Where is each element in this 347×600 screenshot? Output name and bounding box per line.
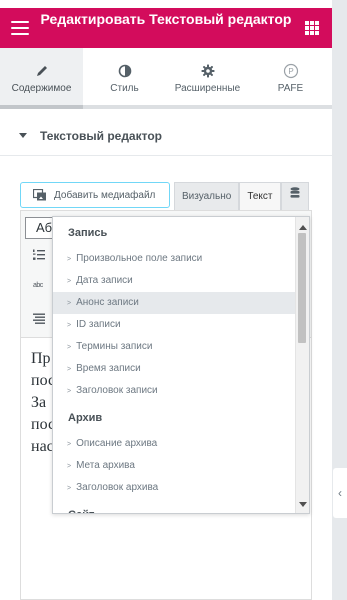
- section-title: Текстовый редактор: [40, 129, 162, 143]
- chevron-right-icon: >: [67, 278, 72, 285]
- tab-text[interactable]: Текст: [239, 182, 281, 210]
- collapse-panel-button[interactable]: ‹: [333, 468, 347, 518]
- panel-tabs: Содержимое Стиль Расширенные P PAFE: [0, 48, 332, 105]
- chevron-right-icon: >: [67, 388, 72, 395]
- dropdown-item[interactable]: > Заголовок архива: [53, 477, 295, 499]
- dropdown-item[interactable]: > Заголовок записи: [53, 380, 295, 402]
- media-icon: [33, 189, 47, 201]
- dropdown-item-label: Произвольное поле записи: [76, 253, 203, 264]
- dropdown-item[interactable]: > Произвольное поле записи: [53, 248, 295, 270]
- half-circle-icon: [83, 62, 166, 80]
- database-icon: [290, 183, 300, 211]
- gear-icon: [166, 62, 249, 80]
- dynamic-tags-button[interactable]: [280, 182, 309, 211]
- panel-title: Редактировать Текстовый редактор: [40, 11, 292, 27]
- tab-advanced-label: Расширенные: [174, 83, 241, 94]
- tabs-underline: [0, 105, 332, 109]
- chevron-right-icon: >: [67, 485, 72, 492]
- strikethrough-icon[interactable]: abc: [33, 282, 43, 289]
- chevron-right-icon: >: [67, 256, 72, 263]
- dropdown-item-label: Анонс записи: [76, 297, 139, 308]
- dropdown-item-label: Дата записи: [76, 275, 133, 286]
- chevron-right-icon: >: [67, 441, 72, 448]
- dropdown-item[interactable]: > Время записи: [53, 358, 295, 380]
- panel-header: Редактировать Текстовый редактор: [0, 8, 332, 48]
- add-media-label: Добавить медиафайл: [54, 189, 156, 201]
- dropdown-item[interactable]: > ID записи: [53, 314, 295, 336]
- editor-mode-tabs: Визуально Текст: [174, 182, 309, 210]
- dropdown-group-post: Запись: [68, 227, 108, 239]
- chevron-right-icon: >: [67, 322, 72, 329]
- scroll-down-icon[interactable]: [299, 502, 307, 507]
- dropdown-item-label: Описание архива: [76, 438, 158, 449]
- dropdown-item-highlighted[interactable]: > Анонс записи: [53, 292, 295, 314]
- dropdown-item[interactable]: > Дата записи: [53, 270, 295, 292]
- dropdown-item-label: Заголовок архива: [76, 482, 159, 493]
- dropdown-item-label: Заголовок записи: [76, 385, 158, 396]
- dropdown-scrollbar[interactable]: [295, 217, 309, 513]
- scrollbar-thumb[interactable]: [298, 233, 306, 343]
- widgets-grid-icon[interactable]: [305, 21, 319, 35]
- dropdown-item-label: ID записи: [76, 319, 121, 330]
- chevron-right-icon: >: [67, 344, 72, 351]
- chevron-right-icon: >: [67, 300, 72, 307]
- scroll-up-icon[interactable]: [299, 225, 307, 230]
- menu-icon[interactable]: [11, 21, 29, 35]
- tab-pafe-label: PAFE: [277, 83, 304, 94]
- dropdown-group-archive: Архив: [68, 412, 103, 424]
- tab-style-label: Стиль: [110, 83, 139, 94]
- chevron-right-icon: >: [67, 463, 72, 470]
- editor-panel: Редактировать Текстовый редактор Содержи…: [0, 0, 332, 600]
- pencil-icon: [0, 62, 83, 80]
- pafe-logo-icon: P: [249, 62, 332, 80]
- tab-advanced[interactable]: Расширенные: [166, 48, 249, 105]
- tab-style[interactable]: Стиль: [83, 48, 166, 105]
- tab-content[interactable]: Содержимое: [0, 48, 83, 105]
- dropdown-item-label: Мета архива: [76, 460, 135, 471]
- tab-pafe[interactable]: P PAFE: [249, 48, 332, 105]
- dropdown-item-label: Время записи: [76, 363, 141, 374]
- dropdown-group-site: Сайт: [53, 500, 295, 513]
- dropdown-item[interactable]: > Мета архива: [53, 455, 295, 477]
- dropdown-item-label: Термины записи: [76, 341, 153, 352]
- svg-text:P: P: [288, 67, 293, 76]
- add-media-button[interactable]: Добавить медиафайл: [20, 182, 170, 208]
- ordered-list-icon[interactable]: [33, 249, 45, 263]
- dropdown-item[interactable]: > Описание архива: [53, 433, 295, 455]
- chevron-left-icon: ‹: [338, 486, 342, 500]
- dynamic-tags-dropdown: Запись > Произвольное поле записи > Дата з…: [52, 216, 310, 514]
- caret-down-icon: [19, 133, 27, 138]
- dropdown-item[interactable]: > Термины записи: [53, 336, 295, 358]
- section-header[interactable]: Текстовый редактор: [0, 118, 332, 156]
- tab-content-label: Содержимое: [11, 83, 72, 94]
- align-icon[interactable]: [33, 313, 45, 327]
- tab-visual[interactable]: Визуально: [174, 182, 240, 210]
- chevron-right-icon: >: [67, 366, 72, 373]
